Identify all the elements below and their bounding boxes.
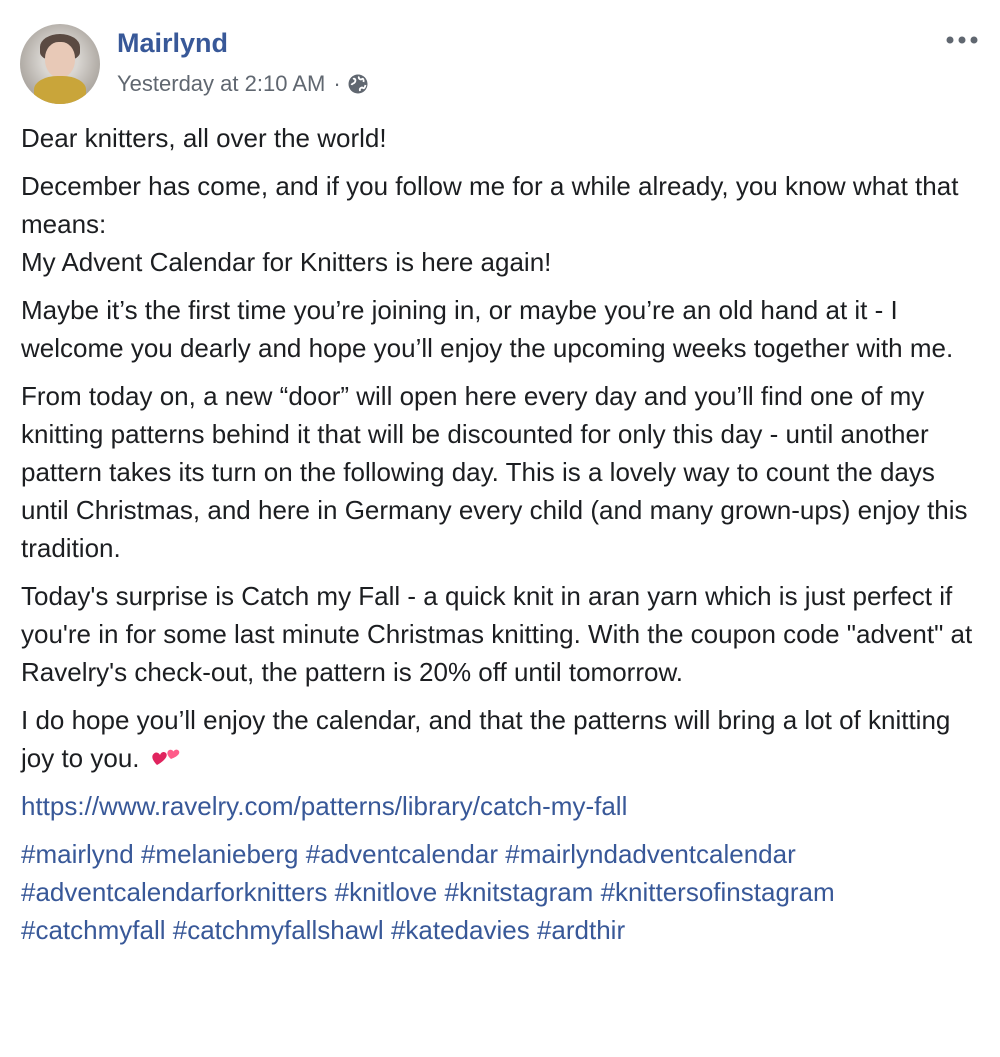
hashtag[interactable]: #mairlyndadventcalendar — [505, 839, 796, 869]
paragraph-closing: I do hope you’ll enjoy the calendar, and… — [21, 701, 986, 777]
hashtag[interactable]: #katedavies — [391, 915, 530, 945]
hashtag[interactable]: #adventcalendar — [306, 839, 498, 869]
post-body: Dear knitters, all over the world! Decem… — [21, 119, 986, 959]
pattern-link-paragraph: https://www.ravelry.com/patterns/library… — [21, 787, 986, 825]
paragraph-welcome: Maybe it’s the first time you’re joining… — [21, 295, 954, 363]
hashtag[interactable]: #knitstagram — [445, 877, 594, 907]
hashtag[interactable]: #ardthir — [537, 915, 625, 945]
hashtag[interactable]: #mairlynd — [21, 839, 134, 869]
hashtag[interactable]: #knittersofinstagram — [601, 877, 835, 907]
paragraph-surprise: Today's surprise is Catch my Fall - a qu… — [21, 581, 973, 687]
avatar-scarf — [34, 76, 86, 104]
paragraph-door: From today on, a new “door” will open he… — [21, 381, 968, 563]
timestamp[interactable]: Yesterday at 2:10 AM — [117, 71, 325, 97]
hashtag[interactable]: #catchmyfall — [21, 915, 166, 945]
hashtag[interactable]: #knitlove — [335, 877, 438, 907]
paragraph-december: December has come, and if you follow me … — [21, 167, 986, 281]
pattern-link[interactable]: https://www.ravelry.com/patterns/library… — [21, 791, 627, 821]
globe-icon[interactable] — [347, 73, 369, 95]
paragraph-december-line1: December has come, and if you follow me … — [21, 171, 959, 239]
avatar[interactable] — [20, 24, 100, 104]
hashtags: #mairlynd #melanieberg #adventcalendar #… — [21, 835, 986, 949]
avatar-face — [45, 42, 75, 78]
two-hearts-icon — [152, 749, 180, 765]
post-meta: Yesterday at 2:10 AM · — [117, 71, 369, 97]
hashtag[interactable]: #melanieberg — [141, 839, 299, 869]
author-name[interactable]: Mairlynd — [117, 28, 228, 59]
facebook-post: Mairlynd Yesterday at 2:10 AM · Dear kni… — [0, 0, 1000, 1057]
hashtag[interactable]: #catchmyfallshawl — [173, 915, 384, 945]
hashtag[interactable]: #adventcalendarforknitters — [21, 877, 327, 907]
meta-separator: · — [333, 71, 341, 96]
more-icon[interactable] — [944, 28, 980, 52]
paragraph-december-line2: My Advent Calendar for Knitters is here … — [21, 247, 552, 277]
paragraph-greeting: Dear knitters, all over the world! — [21, 123, 387, 153]
